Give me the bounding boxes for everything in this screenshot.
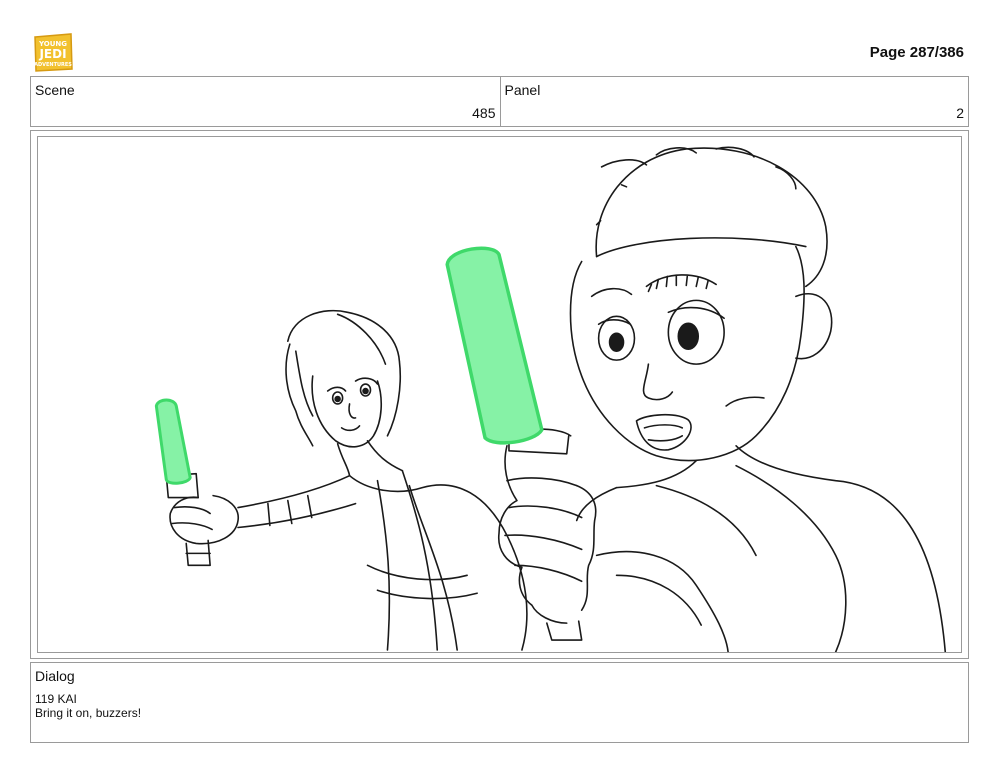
- panel-label: Panel: [504, 82, 541, 98]
- dialog-speaker-line: 119 KAI: [35, 692, 77, 706]
- panel-number: 2: [956, 105, 964, 121]
- storyboard-frame: [30, 130, 969, 659]
- panel-cell: Panel 2: [499, 77, 969, 126]
- right-character-sketch: [498, 146, 947, 652]
- left-lightsaber-blade: [154, 398, 192, 485]
- svg-text:ADVENTURES: ADVENTURES: [34, 62, 72, 68]
- dialog-label: Dialog: [35, 668, 75, 684]
- right-lightsaber-blade: [445, 246, 544, 445]
- dialog-box: Dialog 119 KAI Bring it on, buzzers!: [30, 662, 969, 743]
- storyboard-sketch: [154, 146, 947, 652]
- scene-cell: Scene 485: [31, 77, 500, 126]
- storyboard-drawing-area: [37, 136, 962, 653]
- scene-number: 485: [472, 105, 496, 121]
- dialog-text: 119 KAI Bring it on, buzzers!: [35, 692, 141, 720]
- dialog-line: Bring it on, buzzers!: [35, 706, 142, 720]
- show-logo: YOUNG JEDI ADVENTURES: [32, 31, 74, 73]
- scene-panel-header: Scene 485 Panel 2: [30, 76, 969, 127]
- svg-text:JEDI: JEDI: [38, 47, 66, 61]
- page-number: Page 287/386: [869, 44, 964, 61]
- scene-label: Scene: [35, 82, 75, 98]
